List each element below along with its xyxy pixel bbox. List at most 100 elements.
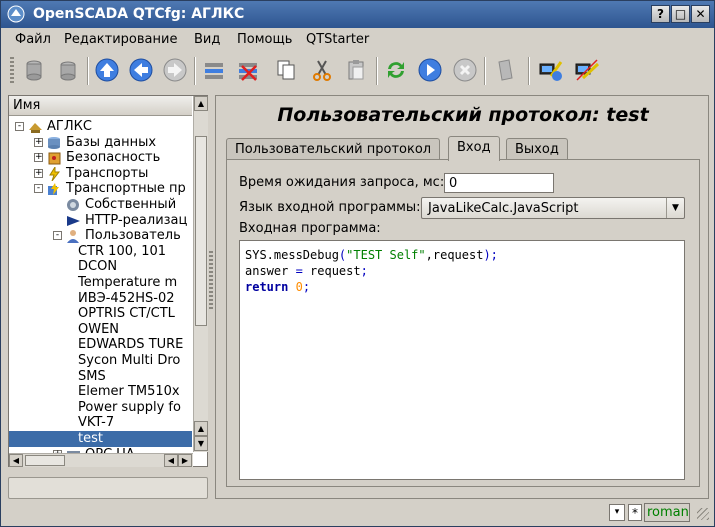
maximize-button[interactable]: □ <box>671 5 690 23</box>
tab-input[interactable]: Вход <box>448 136 500 161</box>
scroll-left-icon[interactable]: ◀ <box>9 454 23 467</box>
tree-item[interactable]: - АГЛКС <box>9 119 192 135</box>
menu-qtstarter[interactable]: QTStarter <box>306 32 369 47</box>
tree-item-label: Temperature m <box>78 275 178 290</box>
stop-icon[interactable] <box>450 55 480 85</box>
delete-item-icon[interactable] <box>233 55 263 85</box>
security-icon <box>47 151 62 165</box>
self-protocol-icon <box>66 198 81 212</box>
cut-icon[interactable] <box>307 55 337 85</box>
tree-item[interactable]: Power supply fo <box>9 400 192 416</box>
tree-item[interactable]: + Транспорты <box>9 165 192 182</box>
scroll-thumb-horizontal[interactable] <box>25 455 65 466</box>
db-save-icon[interactable] <box>53 55 83 85</box>
input-language-value: JavaLikeCalc.JavaScript <box>428 201 579 216</box>
tree-item-label: test <box>78 431 103 446</box>
tree-item[interactable]: Temperature m <box>9 275 192 291</box>
menu-help[interactable]: Помощь <box>237 32 292 47</box>
tree-item-label: EDWARDS TURE <box>78 337 184 353</box>
scroll-right-icon[interactable]: ▶ <box>178 454 192 467</box>
tree-vertical-scrollbar[interactable]: ▲ ▲ ▼ <box>193 96 208 452</box>
db-load-icon[interactable] <box>19 55 49 85</box>
expand-icon[interactable]: + <box>34 168 43 178</box>
station-2-icon[interactable] <box>572 55 602 85</box>
back-icon[interactable] <box>126 55 156 85</box>
up-icon[interactable] <box>92 55 122 85</box>
user-protocol-icon <box>66 229 81 244</box>
status-dropdown[interactable]: ▾ <box>609 504 625 521</box>
forward-icon[interactable] <box>160 55 190 85</box>
tree-item[interactable]: SMS <box>9 369 192 385</box>
tree-item-label: Elemer TM510x <box>78 384 180 400</box>
tree-item-label: CTR 100, 101 <box>78 243 167 259</box>
tree-item[interactable]: Elemer TM510x <box>9 384 192 400</box>
toolbar-separator <box>87 57 89 85</box>
toolbar-grip[interactable] <box>10 57 14 85</box>
tree-item[interactable]: DCON <box>9 259 192 275</box>
tree-item[interactable]: OPTRIS CT/CTL <box>9 306 192 322</box>
current-user[interactable]: roman <box>644 503 690 522</box>
tab-user-protocol[interactable]: Пользовательский протокол <box>226 138 441 160</box>
wait-timeout-input[interactable] <box>444 173 554 193</box>
scroll-down-icon[interactable]: ▼ <box>194 436 208 451</box>
tree-item[interactable]: CTR 100, 101 <box>9 244 192 260</box>
expand-icon[interactable]: + <box>34 153 43 163</box>
tree-item[interactable]: OWEN <box>9 322 192 338</box>
content-panel: Пользовательский протокол: test Пользова… <box>215 95 709 499</box>
paste-icon[interactable] <box>341 55 371 85</box>
tree-item-label: HTTP-реализац <box>85 212 188 228</box>
tree-item[interactable]: ИВЭ-452HS-02 <box>9 291 192 307</box>
code-line: return 0; <box>245 280 311 294</box>
menu-bar: Файл Редактирование Вид Помощь QTStarter <box>1 29 714 51</box>
transport-icon <box>47 165 62 182</box>
station-1-icon[interactable] <box>536 55 566 85</box>
window-title: OpenSCADA QTCfg: АГЛКС <box>33 6 245 22</box>
input-program-editor[interactable]: SYS.messDebug("TEST Self",request); answe… <box>239 240 685 480</box>
tree-item[interactable]: Sycon Multi Dro <box>9 353 192 369</box>
tree-body[interactable]: - АГЛКС + Базы данных + Безопасность + Транспор… <box>9 117 192 453</box>
scroll-up-icon[interactable]: ▲ <box>194 96 208 111</box>
input-language-select[interactable]: JavaLikeCalc.JavaScript ▼ <box>421 197 685 219</box>
size-grip[interactable] <box>697 508 709 520</box>
tree-horizontal-scrollbar[interactable]: ◀ ◀ ▶ <box>9 453 193 467</box>
tree-item[interactable]: Собственный <box>9 197 192 213</box>
collapse-icon[interactable]: - <box>53 231 62 241</box>
start-icon[interactable] <box>415 55 445 85</box>
tree-item[interactable]: VKT-7 <box>9 415 192 431</box>
expand-icon[interactable]: + <box>34 137 43 147</box>
copy-icon[interactable] <box>271 55 301 85</box>
scroll-left-icon[interactable]: ◀ <box>164 454 178 467</box>
scroll-up-icon[interactable]: ▲ <box>194 421 208 436</box>
title-bar[interactable]: OpenSCADA QTCfg: АГЛКС ? □ ✕ <box>1 1 714 28</box>
tree-item[interactable]: test <box>9 431 192 447</box>
refresh-icon[interactable] <box>381 55 411 85</box>
panel-splitter[interactable] <box>209 251 213 311</box>
add-item-icon[interactable] <box>199 55 229 85</box>
tree-item-label: Базы данных <box>66 134 157 150</box>
tree-item[interactable]: + Базы данных <box>9 135 192 151</box>
help-button[interactable]: ? <box>651 5 670 23</box>
tree-item-label: OPTRIS CT/CTL <box>78 306 175 322</box>
toolbar-separator <box>376 57 378 85</box>
info-icon[interactable] <box>490 55 520 85</box>
collapse-icon[interactable]: - <box>34 184 43 194</box>
tree-item[interactable]: - Пользователь <box>9 228 192 244</box>
tree-item[interactable]: + Безопасность <box>9 150 192 166</box>
tab-output[interactable]: Выход <box>506 138 568 160</box>
close-button[interactable]: ✕ <box>691 5 710 23</box>
scroll-thumb[interactable] <box>195 136 207 326</box>
tree-item-label: Собственный <box>85 197 177 212</box>
collapse-icon[interactable]: - <box>15 122 24 131</box>
tree-item[interactable]: EDWARDS TURE <box>9 337 192 353</box>
toolbar-separator <box>484 57 486 85</box>
main-window: OpenSCADA QTCfg: АГЛКС ? □ ✕ Файл Редакт… <box>0 0 715 527</box>
chevron-down-icon[interactable]: ▼ <box>666 198 684 218</box>
menu-file[interactable]: Файл <box>15 32 51 47</box>
input-program-label: Входная программа: <box>239 221 381 236</box>
tab-pane-input: Время ожидания запроса, мс: Язык входной… <box>226 159 700 487</box>
menu-view[interactable]: Вид <box>194 32 220 47</box>
tree-item[interactable]: HTTP-реализац <box>9 213 192 229</box>
menu-edit[interactable]: Редактирование <box>64 32 177 47</box>
tree-item[interactable]: - Транспортные пр <box>9 181 192 197</box>
tree-header[interactable]: Имя <box>9 96 192 116</box>
